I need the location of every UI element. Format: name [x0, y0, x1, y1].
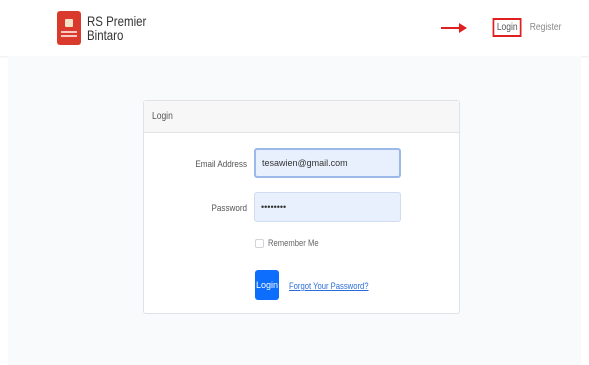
brand-line-1: RS Premier	[87, 13, 147, 29]
main-content: Login Email Address Password Remember Me…	[8, 56, 581, 365]
password-label: Password	[211, 203, 247, 214]
card-title: Login	[152, 111, 173, 122]
forgot-password-link[interactable]: Forgot Your Password?	[289, 281, 369, 291]
nav-login-link[interactable]: Login	[492, 18, 522, 37]
login-button[interactable]: Login	[255, 270, 279, 300]
login-card: Login Email Address Password Remember Me…	[143, 100, 460, 314]
remember-label[interactable]: Remember Me	[268, 238, 319, 248]
brand-line-2: Bintaro	[87, 27, 124, 43]
remember-row: Remember Me	[255, 238, 328, 248]
remember-checkbox[interactable]	[255, 238, 264, 248]
brand-name: RS Premier Bintaro	[87, 14, 146, 42]
email-label: Email Address	[195, 159, 247, 170]
navbar: RS Premier Bintaro Login Register	[0, 0, 589, 56]
email-input[interactable]	[254, 148, 401, 178]
arrow-right-icon	[441, 23, 467, 33]
nav-links: Login Register	[441, 18, 565, 37]
hospital-logo-icon	[57, 11, 81, 45]
password-input[interactable]	[254, 192, 401, 222]
nav-register-link[interactable]: Register	[530, 22, 562, 33]
brand[interactable]: RS Premier Bintaro	[57, 11, 159, 45]
card-header: Login	[144, 101, 459, 133]
